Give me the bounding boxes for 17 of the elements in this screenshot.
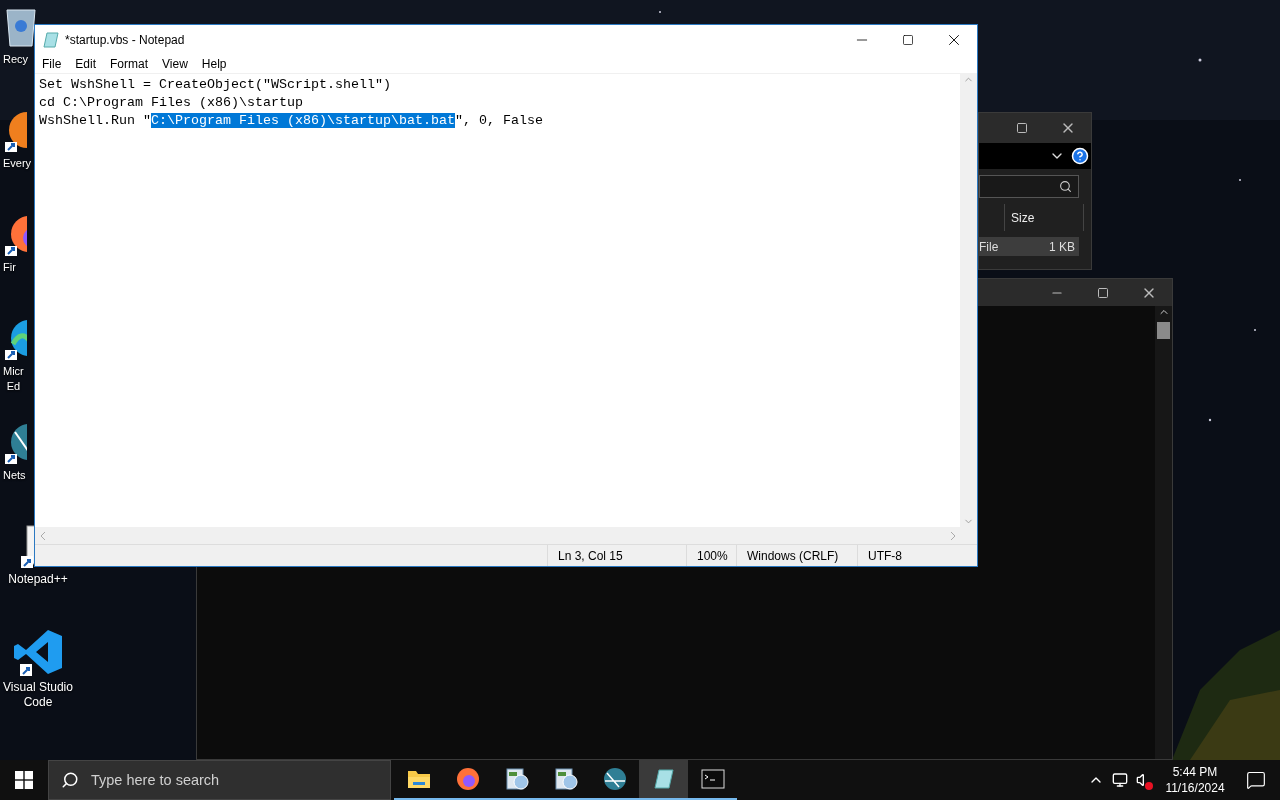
time-text: 5:44 PM [1172, 764, 1218, 780]
notification-icon[interactable] [1246, 770, 1266, 790]
search-icon [61, 771, 79, 789]
clock[interactable]: 5:44 PM 11/16/2024 [1158, 764, 1232, 796]
search-placeholder: Type here to search [91, 772, 220, 788]
windows-icon [15, 771, 33, 789]
fox-globe-icon [455, 767, 480, 791]
notepad-icon [652, 768, 675, 790]
search-field[interactable]: Type here to search [48, 760, 391, 800]
date-text: 11/16/2024 [1165, 780, 1225, 796]
app-icon [553, 767, 578, 791]
taskbar-app-button[interactable] [639, 760, 688, 800]
terminal-icon [700, 769, 725, 789]
folder-icon [406, 769, 431, 789]
network-icon[interactable] [1112, 772, 1128, 788]
app-icon [504, 767, 529, 791]
globe-icon [602, 767, 627, 791]
